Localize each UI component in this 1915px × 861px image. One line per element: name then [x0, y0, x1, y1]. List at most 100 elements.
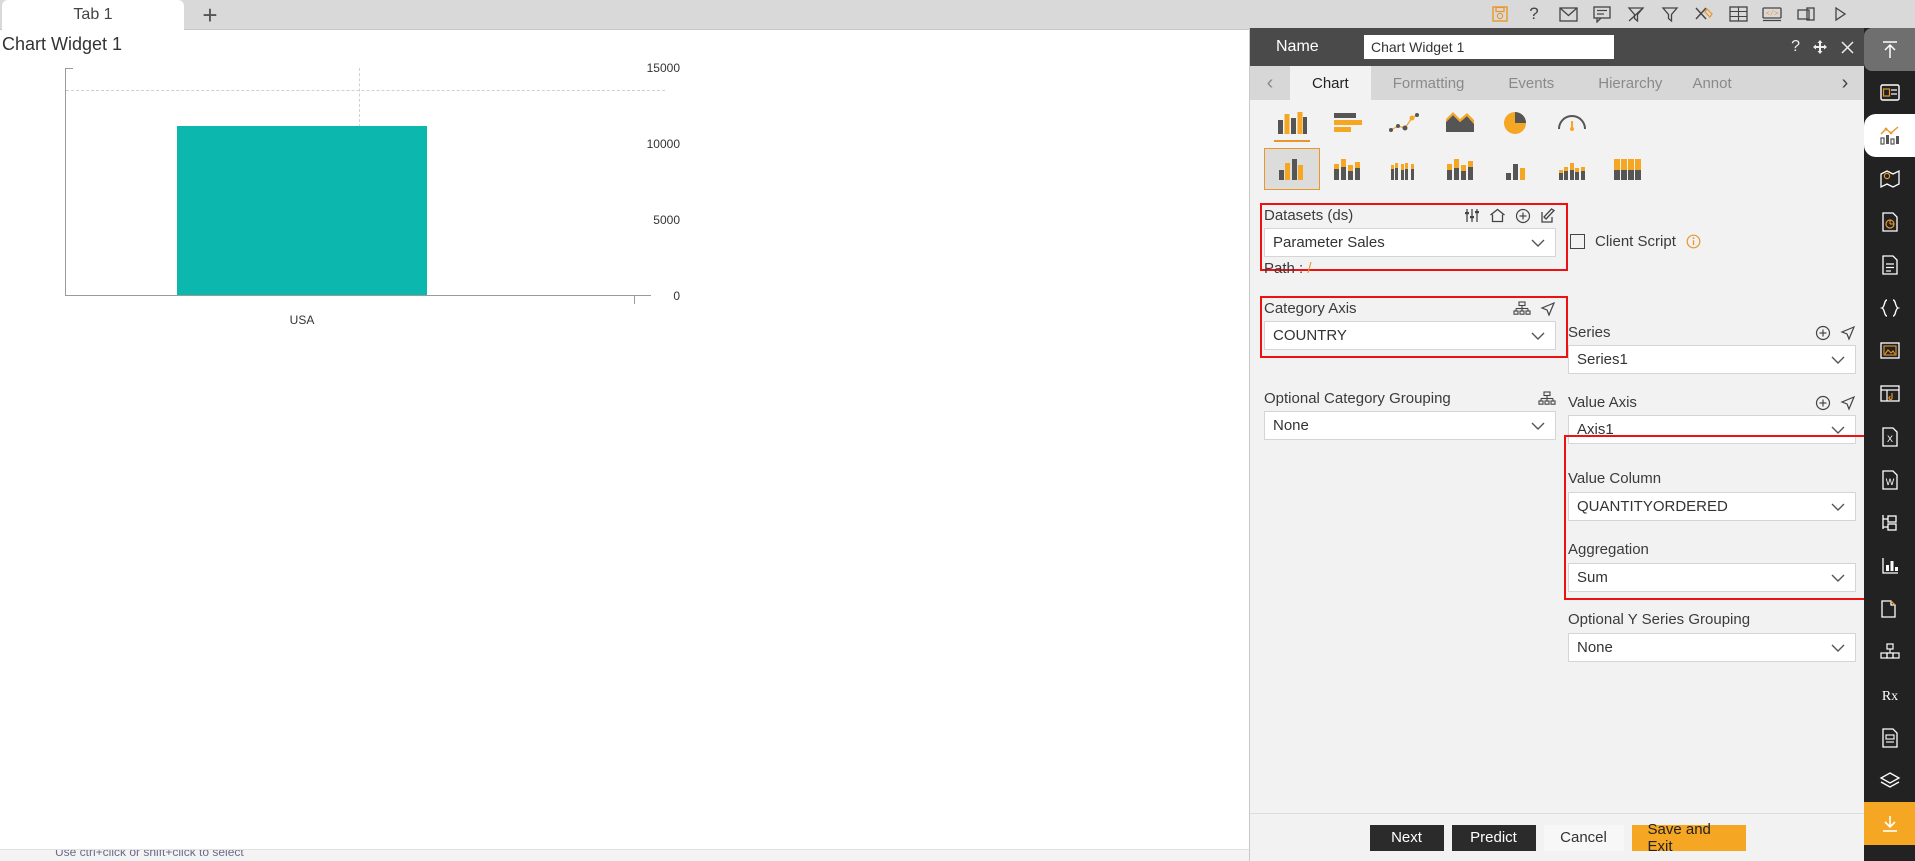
question-mark-icon[interactable]: ? — [1791, 38, 1800, 56]
prescription-icon[interactable]: Rx — [1864, 673, 1915, 716]
filter-icon[interactable] — [1660, 4, 1680, 24]
chart-widget[interactable]: 15000 10000 5000 0 USA — [0, 60, 680, 330]
excel-icon[interactable]: X — [1864, 415, 1915, 458]
datasets-select[interactable]: Parameter Sales — [1264, 228, 1556, 257]
form-icon[interactable] — [1864, 716, 1915, 759]
comment-icon[interactable] — [1592, 4, 1612, 24]
clear-filter-icon[interactable] — [1626, 4, 1646, 24]
bar-chart-icon[interactable] — [1320, 102, 1376, 144]
multi-column-icon[interactable] — [1376, 148, 1432, 190]
chevron-right-icon[interactable]: › — [1825, 66, 1865, 100]
edit-icon[interactable] — [1540, 207, 1556, 224]
home-icon[interactable] — [1489, 208, 1506, 223]
chart-properties-window: Name ? ‹ Chart Formatting Events Hierarc… — [1249, 28, 1866, 861]
add-circle-icon[interactable] — [1515, 208, 1531, 224]
aggregation-label: Aggregation — [1568, 541, 1649, 558]
tab-hierarchy-label: Hierarchy — [1598, 74, 1663, 92]
add-tab-button[interactable]: + — [190, 0, 230, 30]
tab-chart[interactable]: Chart — [1290, 66, 1371, 100]
cube-icon[interactable] — [1864, 630, 1915, 673]
widget-icon[interactable] — [1864, 71, 1915, 114]
help-icon[interactable]: ? — [1524, 4, 1544, 24]
braces-icon[interactable] — [1864, 286, 1915, 329]
image-icon[interactable] — [1864, 329, 1915, 372]
gauge-chart-icon[interactable] — [1544, 102, 1600, 144]
chevron-down-icon — [1830, 355, 1846, 365]
scatter-chart-icon[interactable] — [1376, 102, 1432, 144]
cancel-button[interactable]: Cancel — [1543, 824, 1624, 851]
run-icon[interactable] — [1830, 4, 1850, 24]
svg-text:</>: </> — [1766, 11, 1779, 19]
next-button[interactable]: Next — [1369, 824, 1444, 851]
tab-events[interactable]: Events — [1486, 66, 1577, 100]
code-icon[interactable]: </> — [1762, 4, 1782, 24]
table-icon[interactable] — [1728, 4, 1748, 24]
clustered-column-icon[interactable] — [1264, 148, 1320, 190]
move-icon[interactable] — [1812, 39, 1828, 55]
series-select[interactable]: Series1 — [1568, 345, 1856, 374]
report-pie-icon[interactable] — [1864, 200, 1915, 243]
aggregation-select[interactable]: Sum — [1568, 563, 1856, 592]
info-icon[interactable] — [1686, 234, 1701, 249]
add-circle-icon[interactable] — [1815, 325, 1831, 341]
full-stacked-column-icon[interactable] — [1600, 148, 1656, 190]
sliders-icon[interactable] — [1464, 208, 1480, 223]
tab-annotations[interactable]: Annot — [1684, 66, 1740, 100]
save-and-exit-button[interactable]: Save and Exit — [1631, 821, 1746, 855]
hierarchy-icon[interactable] — [1513, 301, 1531, 316]
category-grouping-select[interactable]: None — [1264, 411, 1556, 440]
area-chart-icon[interactable] — [1432, 102, 1488, 144]
map-icon[interactable] — [1864, 157, 1915, 200]
download-icon[interactable] — [1864, 802, 1915, 845]
navigate-icon[interactable] — [1540, 301, 1556, 317]
word-icon[interactable]: W — [1864, 458, 1915, 501]
navigate-icon[interactable] — [1840, 395, 1856, 411]
stacked-group-column-icon[interactable] — [1432, 148, 1488, 190]
widget-name-input[interactable] — [1364, 35, 1614, 59]
value-column-group: Value Column QUANTITYORDERED — [1568, 470, 1864, 521]
tree-icon[interactable] — [1864, 501, 1915, 544]
stacked-column-icon[interactable] — [1320, 148, 1376, 190]
pie-chart-icon[interactable] — [1488, 102, 1544, 144]
cancel-button-label: Cancel — [1560, 829, 1607, 846]
mail-icon[interactable] — [1558, 4, 1578, 24]
grouped-column-icon[interactable] — [1544, 148, 1600, 190]
document-icon[interactable] — [1864, 243, 1915, 286]
save-icon[interactable] — [1490, 4, 1510, 24]
navigate-icon[interactable] — [1840, 325, 1856, 341]
value-column-label: Value Column — [1568, 470, 1662, 487]
client-script-checkbox[interactable] — [1570, 234, 1585, 249]
collapse-panel-icon[interactable] — [1864, 28, 1915, 71]
value-column-select[interactable]: QUANTITYORDERED — [1568, 492, 1856, 521]
category-axis-group: Category Axis COUNTRY — [1264, 300, 1564, 350]
category-grouping-value: None — [1273, 417, 1309, 434]
properties-tabs: ‹ Chart Formatting Events Hierarchy Anno… — [1250, 66, 1865, 100]
close-icon[interactable] — [1840, 40, 1855, 55]
bar-data-icon[interactable] — [1864, 544, 1915, 587]
client-script-row[interactable]: Client Script — [1570, 233, 1701, 250]
y-series-grouping-select[interactable]: None — [1568, 633, 1856, 662]
column-chart-icon[interactable] — [1264, 102, 1320, 144]
bar-usa[interactable] — [177, 126, 427, 295]
calendar-icon[interactable] — [1864, 372, 1915, 415]
y-axis-line — [65, 68, 66, 296]
category-grouping-group: Optional Category Grouping None — [1264, 390, 1564, 440]
path-value: / — [1307, 260, 1312, 277]
chevron-down-icon — [1830, 425, 1846, 435]
predict-button[interactable]: Predict — [1451, 824, 1536, 851]
small-column-icon[interactable] — [1488, 148, 1544, 190]
chart-icon[interactable] — [1864, 114, 1915, 157]
x-axis-label-usa: USA — [289, 313, 315, 327]
tools-icon[interactable] — [1694, 4, 1714, 24]
category-axis-select[interactable]: COUNTRY — [1264, 321, 1556, 350]
layers-icon[interactable] — [1864, 759, 1915, 802]
chevron-left-icon[interactable]: ‹ — [1250, 66, 1290, 100]
hierarchy-icon[interactable] — [1538, 391, 1556, 406]
canvas-tab-1[interactable]: Tab 1 — [2, 0, 184, 30]
tab-hierarchy[interactable]: Hierarchy — [1576, 66, 1685, 100]
tab-formatting[interactable]: Formatting — [1370, 66, 1487, 100]
add-circle-icon[interactable] — [1815, 395, 1831, 411]
copy-page-icon[interactable] — [1796, 4, 1816, 24]
chart-type-picker — [1250, 100, 1865, 198]
copy-icon[interactable] — [1864, 587, 1915, 630]
